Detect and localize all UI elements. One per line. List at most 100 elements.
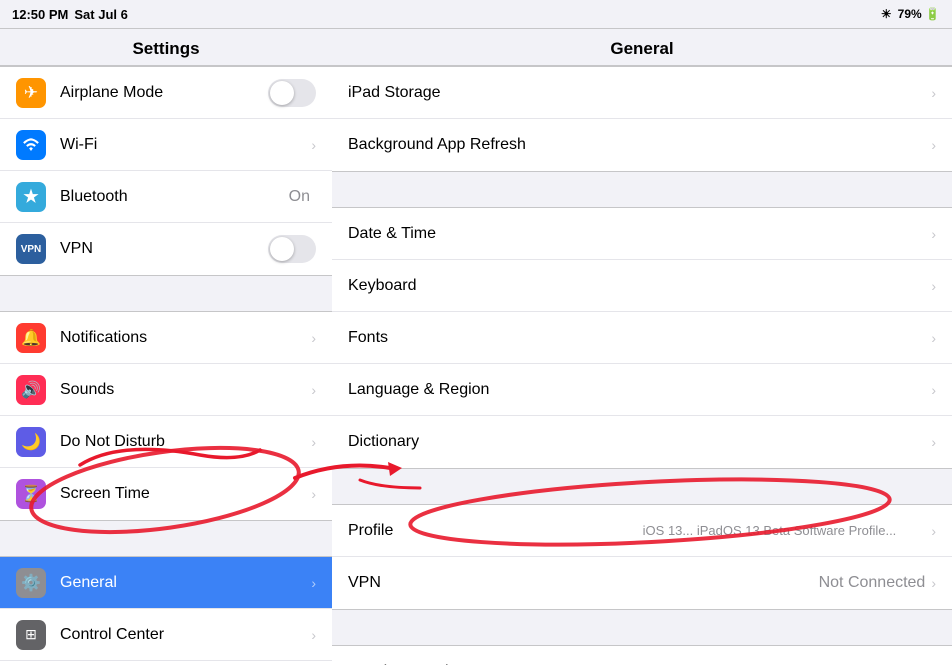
vpn-detail-value: Not Connected <box>819 574 926 592</box>
screen-time-icon: ⏳ <box>16 479 46 509</box>
detail-list: iPad Storage › Background App Refresh › … <box>332 66 952 665</box>
status-icons: ☀ 79% 🔋 <box>881 7 940 21</box>
sidebar-item-do-not-disturb[interactable]: 🌙 Do Not Disturb › <box>0 416 332 468</box>
vpn-toggle[interactable] <box>268 235 316 263</box>
sidebar-section-notifications: 🔔 Notifications › 🔊 Sounds › <box>0 311 332 521</box>
bluetooth-value: On <box>289 188 310 206</box>
vpn-toggle-knob <box>270 237 294 261</box>
sidebar-item-general[interactable]: ⚙️ General › <box>0 557 332 609</box>
do-not-disturb-chevron-icon: › <box>311 434 316 450</box>
vpn-detail-chevron-icon: › <box>931 575 936 591</box>
sidebar-section-system: ⚙️ General › ⊞ Control Center › <box>0 556 332 665</box>
sounds-chevron-icon: › <box>311 382 316 398</box>
airplane-mode-toggle[interactable] <box>268 79 316 107</box>
detail-item-fonts[interactable]: Fonts › <box>332 312 952 364</box>
status-time: 12:50 PM Sat Jul 6 <box>12 7 128 22</box>
profile-label: Profile <box>348 522 637 540</box>
detail-header: General <box>332 29 952 66</box>
sidebar-item-control-center[interactable]: ⊞ Control Center › <box>0 609 332 661</box>
screen-time-chevron-icon: › <box>311 486 316 502</box>
detail-section-profile-vpn: Profile iOS 13... iPadOS 13 Beta Softwar… <box>332 504 952 610</box>
detail-item-vpn[interactable]: VPN Not Connected › <box>332 557 952 609</box>
date-label: Sat Jul 6 <box>74 7 127 22</box>
wifi-label: Wi-Fi <box>60 136 307 154</box>
fonts-chevron-icon: › <box>931 330 936 346</box>
sidebar-item-vpn[interactable]: VPN VPN <box>0 223 332 275</box>
control-center-icon: ⊞ <box>16 620 46 650</box>
detail-item-keyboard[interactable]: Keyboard › <box>332 260 952 312</box>
airplane-mode-icon: ✈ <box>16 78 46 108</box>
language-region-label: Language & Region <box>348 381 931 399</box>
detail-section-legal: Legal & Regulatory › <box>332 645 952 665</box>
sidebar-item-screen-time[interactable]: ⏳ Screen Time › <box>0 468 332 520</box>
vpn-label: VPN <box>60 240 268 258</box>
dictionary-chevron-icon: › <box>931 434 936 450</box>
do-not-disturb-label: Do Not Disturb <box>60 433 307 451</box>
detail-item-legal-regulatory[interactable]: Legal & Regulatory › <box>332 646 952 665</box>
time-label: 12:50 PM <box>12 7 68 22</box>
airplane-mode-toggle-knob <box>270 81 294 105</box>
vpn-icon: VPN <box>16 234 46 264</box>
status-bar: 12:50 PM Sat Jul 6 ☀ 79% 🔋 <box>0 0 952 28</box>
profile-sublabel: iOS 13... iPadOS 13 Beta Software Profil… <box>643 523 932 538</box>
sidebar-gap-2 <box>0 521 332 556</box>
sidebar-section-connectivity: ✈ Airplane Mode <box>0 66 332 276</box>
sounds-icon: 🔊 <box>16 375 46 405</box>
screen-time-label: Screen Time <box>60 485 307 503</box>
control-center-chevron-icon: › <box>311 627 316 643</box>
general-chevron-icon: › <box>311 575 316 591</box>
detail-gap-3 <box>332 610 952 645</box>
bluetooth-label: Bluetooth <box>60 188 289 206</box>
detail-item-dictionary[interactable]: Dictionary › <box>332 416 952 468</box>
general-label: General <box>60 574 307 592</box>
control-center-label: Control Center <box>60 626 307 644</box>
sounds-label: Sounds <box>60 381 307 399</box>
sidebar: Settings ✈ Airplane Mode <box>0 29 332 665</box>
wifi-chevron-icon: › <box>311 137 316 153</box>
sidebar-item-bluetooth[interactable]: ★ Bluetooth On <box>0 171 332 223</box>
detail-item-ipad-storage[interactable]: iPad Storage › <box>332 67 952 119</box>
sidebar-gap-1 <box>0 276 332 311</box>
date-time-label: Date & Time <box>348 225 931 243</box>
sidebar-item-display-brightness[interactable]: AA Display & Brightness › <box>0 661 332 665</box>
notifications-icon: 🔔 <box>16 323 46 353</box>
sidebar-item-notifications[interactable]: 🔔 Notifications › <box>0 312 332 364</box>
wifi-icon <box>16 130 46 160</box>
language-region-chevron-icon: › <box>931 382 936 398</box>
detail-title: General <box>610 39 673 58</box>
detail-section-datetime: Date & Time › Keyboard › Fonts › Languag… <box>332 207 952 469</box>
date-time-chevron-icon: › <box>931 226 936 242</box>
do-not-disturb-icon: 🌙 <box>16 427 46 457</box>
ipad-storage-chevron-icon: › <box>931 85 936 101</box>
detail-section-storage: iPad Storage › Background App Refresh › <box>332 66 952 172</box>
detail-item-background-app-refresh[interactable]: Background App Refresh › <box>332 119 952 171</box>
detail-gap-2 <box>332 469 952 504</box>
general-icon: ⚙️ <box>16 568 46 598</box>
fonts-label: Fonts <box>348 329 931 347</box>
detail-item-date-time[interactable]: Date & Time › <box>332 208 952 260</box>
profile-chevron-icon: › <box>931 523 936 539</box>
vpn-detail-label: VPN <box>348 574 819 592</box>
keyboard-chevron-icon: › <box>931 278 936 294</box>
detail-gap-1 <box>332 172 952 207</box>
sidebar-header: Settings <box>0 29 332 66</box>
brightness-icon: ☀ <box>881 7 892 21</box>
keyboard-label: Keyboard <box>348 277 931 295</box>
background-app-refresh-chevron-icon: › <box>931 137 936 153</box>
bluetooth-icon: ★ <box>16 182 46 212</box>
dictionary-label: Dictionary <box>348 433 931 451</box>
sidebar-item-wifi[interactable]: Wi-Fi › <box>0 119 332 171</box>
sidebar-item-airplane-mode[interactable]: ✈ Airplane Mode <box>0 67 332 119</box>
notifications-chevron-icon: › <box>311 330 316 346</box>
background-app-refresh-label: Background App Refresh <box>348 136 931 154</box>
detail-item-language-region[interactable]: Language & Region › <box>332 364 952 416</box>
sidebar-title: Settings <box>132 39 199 58</box>
sidebar-list: ✈ Airplane Mode <box>0 66 332 665</box>
airplane-mode-label: Airplane Mode <box>60 84 268 102</box>
notifications-label: Notifications <box>60 329 307 347</box>
detail-item-profile[interactable]: Profile iOS 13... iPadOS 13 Beta Softwar… <box>332 505 952 557</box>
detail-panel: General iPad Storage › Background App Re… <box>332 29 952 665</box>
sidebar-item-sounds[interactable]: 🔊 Sounds › <box>0 364 332 416</box>
ipad-storage-label: iPad Storage <box>348 84 931 102</box>
battery-label: 79% 🔋 <box>898 7 940 21</box>
